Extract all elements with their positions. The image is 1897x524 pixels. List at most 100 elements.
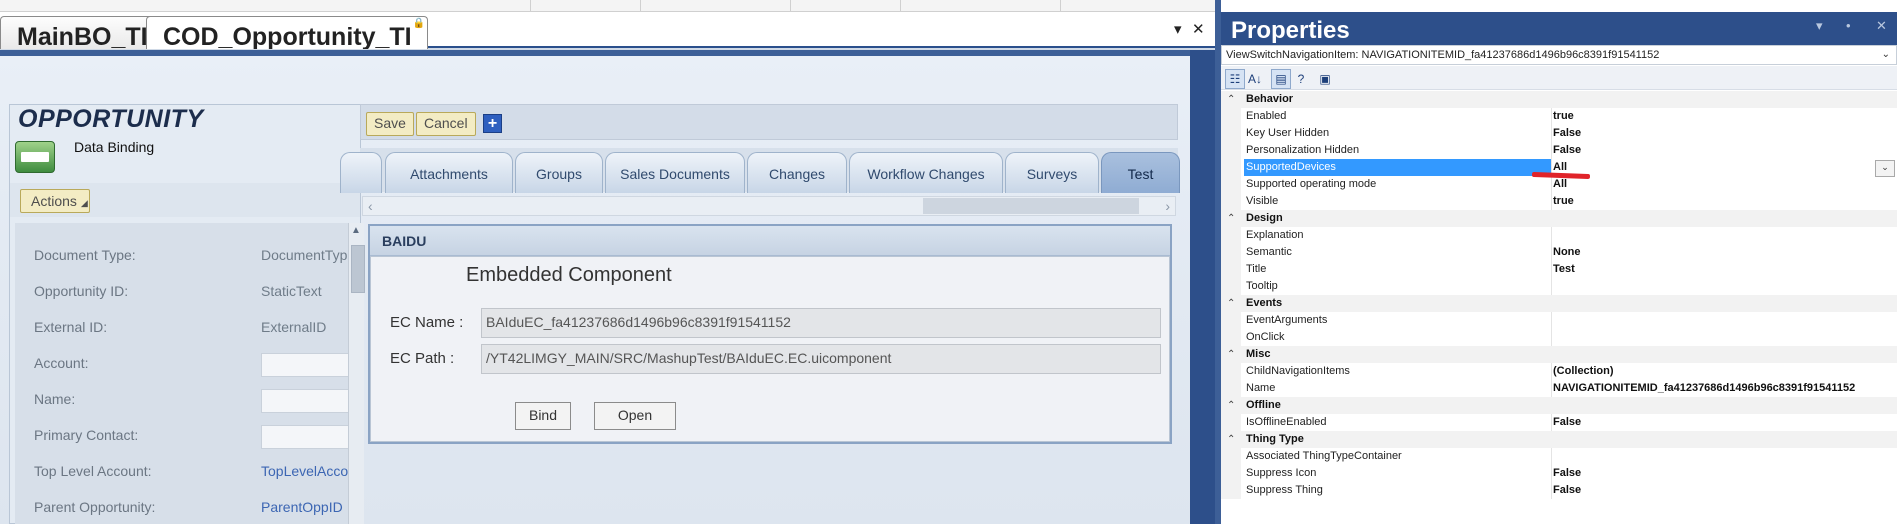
property-row[interactable]: Enabled true	[1221, 108, 1897, 125]
scrollbar-thumb[interactable]	[923, 198, 1139, 214]
tab-scrollbar[interactable]: ‹ ›	[362, 196, 1176, 216]
actions-button[interactable]: Actions ◢	[20, 189, 90, 213]
property-pages-icon[interactable]: ▣	[1315, 69, 1335, 89]
field-label: Parent Opportunity:	[34, 499, 156, 515]
chevron-right-icon[interactable]: ›	[1165, 198, 1170, 214]
open-button[interactable]: Open	[594, 402, 676, 430]
property-row[interactable]: Semantic None	[1221, 244, 1897, 261]
doc-tab-cod-opportunity[interactable]: COD_Opportunity_TI 🔒	[146, 16, 428, 49]
scroll-up-icon[interactable]: ▲	[351, 225, 361, 236]
object-selector-value: ViewSwitchNavigationItem: NAVIGATIONITEM…	[1226, 49, 1660, 61]
chevron-left-icon[interactable]: ‹	[368, 198, 373, 214]
chevron-down-icon[interactable]: ⌄	[1875, 160, 1895, 177]
collapse-icon[interactable]: ⌃	[1227, 210, 1235, 227]
field-value: ExternalID	[261, 319, 327, 335]
property-name: Supported operating mode	[1246, 178, 1377, 190]
collapse-icon[interactable]: ⌃	[1227, 91, 1235, 108]
field-value: DocumentTyp	[261, 247, 348, 263]
property-name: SupportedDevices	[1244, 159, 1551, 176]
object-selector[interactable]: ViewSwitchNavigationItem: NAVIGATIONITEM…	[1221, 45, 1897, 65]
top-level-account-link[interactable]: TopLevelAcco	[261, 463, 351, 479]
chevron-down-icon[interactable]: ⌄	[1882, 46, 1890, 64]
category-label: Offline	[1246, 399, 1281, 411]
document-tab-bar: MainBO_TI COD_Opportunity_TI 🔒 ▾ ✕	[0, 12, 1215, 49]
tab-list-dropdown-icon[interactable]: ▾	[1174, 20, 1182, 38]
dropdown-icon[interactable]: ▾	[1816, 18, 1823, 34]
account-input[interactable]	[261, 353, 351, 377]
properties-toolbar: ☷ A↓ ▤ ? ▣	[1221, 66, 1897, 90]
pin-icon[interactable]: •	[1846, 18, 1851, 33]
property-row[interactable]: Suppress Thing False	[1221, 482, 1897, 499]
property-row[interactable]: Suppress Icon False	[1221, 465, 1897, 482]
close-tab-icon[interactable]: ✕	[1192, 20, 1205, 38]
parent-opportunity-link[interactable]: ParentOppID	[261, 499, 351, 515]
property-row[interactable]: Key User Hidden False	[1221, 125, 1897, 142]
category-misc[interactable]: ⌃ Misc	[1221, 346, 1897, 363]
property-value: (Collection)	[1553, 365, 1614, 377]
category-thing-type[interactable]: ⌃ Thing Type	[1221, 431, 1897, 448]
ec-name-field[interactable]: BAIduEC_fa41237686d1496b96c8391f91541152	[481, 308, 1161, 338]
property-row[interactable]: Explanation	[1221, 227, 1897, 244]
collapse-icon[interactable]: ⌃	[1227, 397, 1235, 414]
name-input[interactable]	[261, 389, 351, 413]
triangle-right-icon: ◢	[80, 198, 88, 208]
tab-test[interactable]: Test	[1101, 152, 1180, 193]
property-grid: ⌃ Behavior Enabled true Key User Hidden Fal…	[1221, 91, 1897, 524]
category-label: Events	[1246, 297, 1283, 309]
collapse-icon[interactable]: ⌃	[1227, 431, 1235, 448]
property-value: False	[1553, 467, 1582, 479]
tab-changes[interactable]: Changes	[747, 152, 847, 193]
categorized-icon[interactable]: ☷	[1225, 69, 1245, 89]
data-binding-label: Data Binding	[74, 139, 155, 155]
fields-scrollbar[interactable]: ▲	[348, 223, 365, 524]
field-label: External ID:	[34, 319, 108, 335]
cancel-button[interactable]: Cancel	[416, 112, 476, 136]
properties-view-icon[interactable]: ▤	[1271, 69, 1291, 89]
tab-groups[interactable]: Groups	[515, 152, 603, 193]
property-row[interactable]: OnClick	[1221, 329, 1897, 346]
property-row[interactable]: IsOfflineEnabled False	[1221, 414, 1897, 431]
property-name: EventArguments	[1246, 314, 1328, 326]
field-label: Name:	[34, 391, 76, 407]
close-icon[interactable]: ✕	[1876, 18, 1887, 34]
category-design[interactable]: ⌃ Design	[1221, 210, 1897, 227]
add-icon[interactable]: +	[483, 114, 502, 133]
property-row[interactable]: Associated ThingTypeContainer	[1221, 448, 1897, 465]
embedded-component-title: Embedded Component	[466, 264, 672, 286]
category-offline[interactable]: ⌃ Offline	[1221, 397, 1897, 414]
property-value: None	[1553, 246, 1581, 258]
property-row[interactable]: EventArguments	[1221, 312, 1897, 329]
tab-hidden-left[interactable]	[340, 152, 382, 193]
scrollbar-thumb[interactable]	[351, 245, 365, 293]
field-label: Opportunity ID:	[34, 283, 129, 299]
category-behavior[interactable]: ⌃ Behavior	[1221, 91, 1897, 108]
collapse-icon[interactable]: ⌃	[1227, 295, 1235, 312]
tab-surveys[interactable]: Surveys	[1005, 152, 1099, 193]
property-row[interactable]: Tooltip	[1221, 278, 1897, 295]
property-row[interactable]: ChildNavigationItems (Collection)	[1221, 363, 1897, 380]
doc-tab-mainbo[interactable]: MainBO_TI	[0, 16, 166, 49]
primary-contact-input[interactable]	[261, 425, 351, 449]
help-icon[interactable]: ?	[1291, 69, 1311, 89]
property-row[interactable]: Title Test	[1221, 261, 1897, 278]
sort-alpha-icon[interactable]: A↓	[1245, 69, 1265, 89]
property-row[interactable]: Personalization Hidden False	[1221, 142, 1897, 159]
property-name: Associated ThingTypeContainer	[1246, 450, 1402, 462]
property-value: False	[1553, 144, 1582, 156]
property-row[interactable]: Name NAVIGATIONITEMID_fa41237686d1496b96c…	[1221, 380, 1897, 397]
category-events[interactable]: ⌃ Events	[1221, 295, 1897, 312]
property-row[interactable]: Visible true	[1221, 193, 1897, 210]
category-label: Misc	[1246, 348, 1271, 360]
collapse-icon[interactable]: ⌃	[1227, 346, 1235, 363]
designer-area: MainBO_TI COD_Opportunity_TI 🔒 ▾ ✕ OPPOR…	[0, 0, 1215, 524]
property-row[interactable]: Supported operating mode All	[1221, 176, 1897, 193]
tab-attachments[interactable]: Attachments	[385, 152, 513, 193]
save-button[interactable]: Save	[366, 112, 414, 136]
property-name: Suppress Thing	[1246, 484, 1323, 496]
ec-path-field[interactable]: /YT42LIMGY_MAIN/SRC/MashupTest/BAIduEC.E…	[481, 344, 1161, 374]
tab-workflow-changes[interactable]: Workflow Changes	[849, 152, 1003, 193]
bind-button[interactable]: Bind	[515, 402, 571, 430]
canvas-border	[1190, 50, 1215, 524]
tab-sales-documents[interactable]: Sales Documents	[605, 152, 745, 193]
field-value: StaticText	[261, 283, 322, 299]
